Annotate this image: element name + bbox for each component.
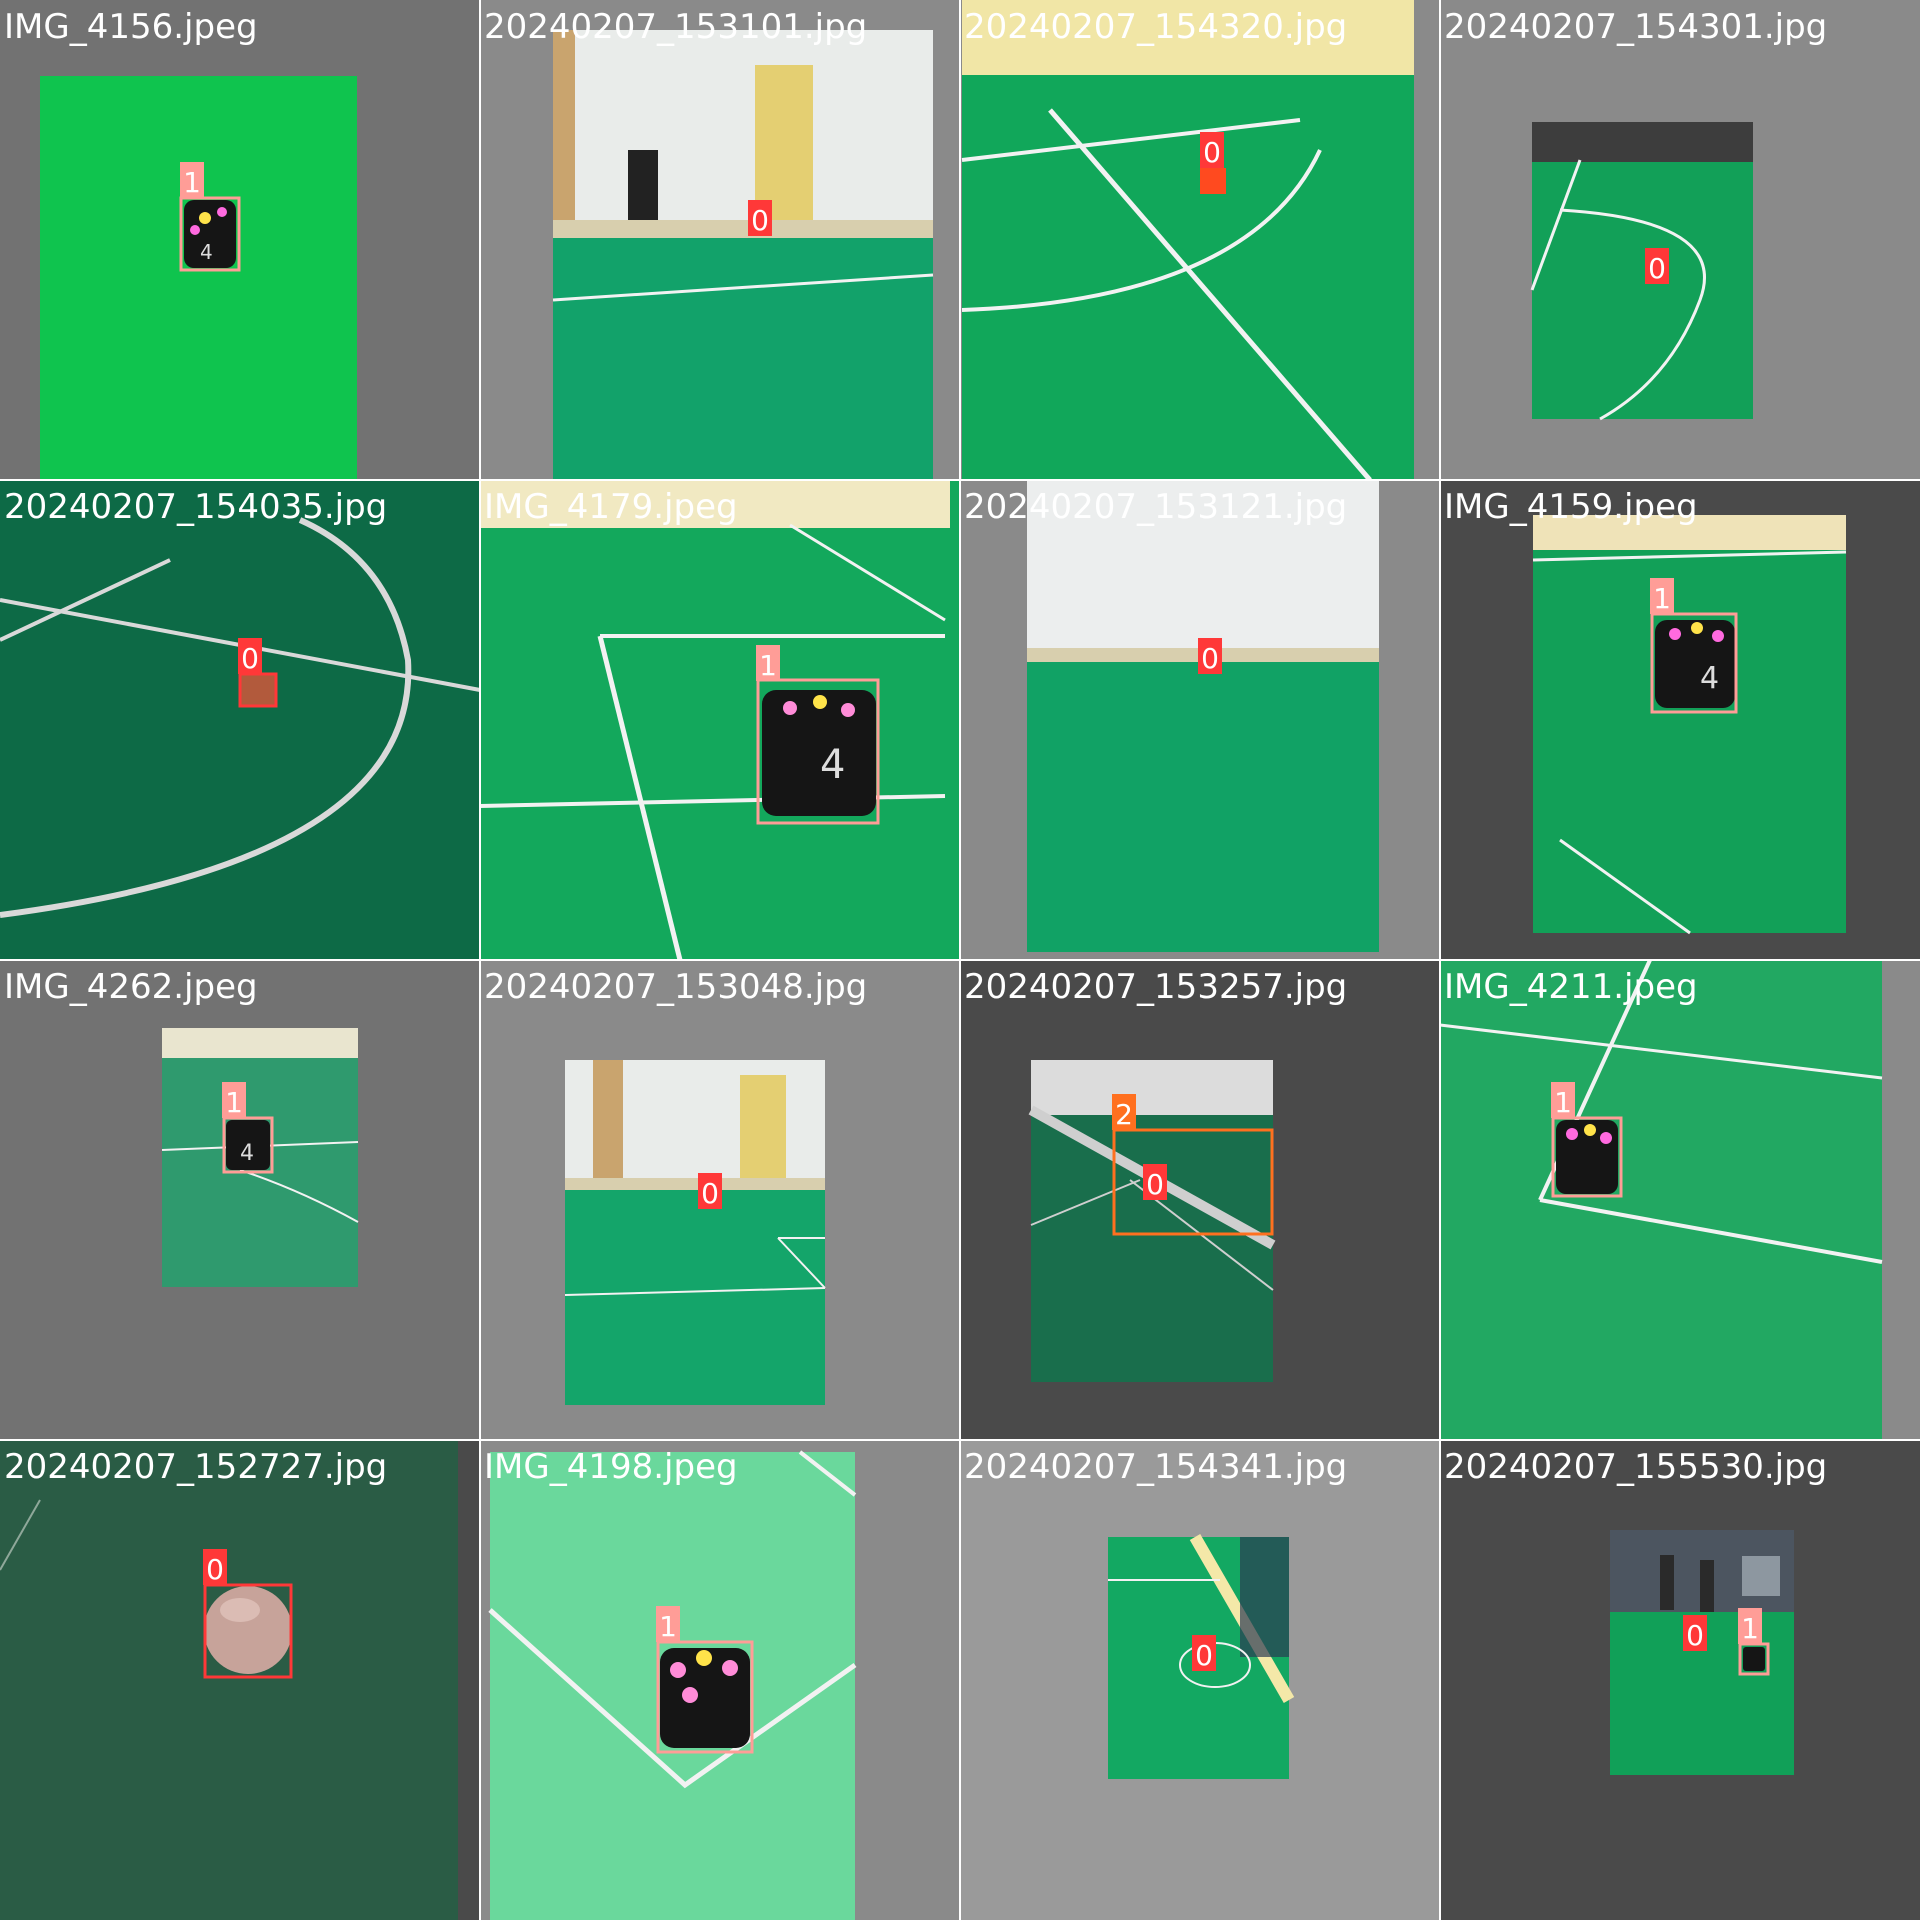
tile-filename: 20240207_153257.jpg (964, 967, 1347, 1007)
tile-13: 0 20240207_152727.jpg (0, 1440, 480, 1920)
tile-filename: 20240207_154035.jpg (4, 487, 387, 527)
tile-8: 4 1 IMG_4159.jpeg (1440, 480, 1920, 960)
ball-icon (204, 1586, 292, 1674)
robot-marker-icon (1743, 1647, 1765, 1671)
bbox-label: 0 (751, 204, 769, 237)
tile-filename: 20240207_153101.jpg (484, 7, 867, 47)
bbox-label: 0 (701, 1177, 719, 1210)
svg-text:4: 4 (200, 240, 213, 264)
bbox-class-0: 0 (748, 200, 772, 237)
tile-filename: 20240207_153121.jpg (964, 487, 1347, 527)
tile-15: 0 20240207_154341.jpg (960, 1440, 1440, 1920)
tile-filename: 20240207_155530.jpg (1444, 1447, 1827, 1487)
bbox-class-0: 0 (1645, 248, 1669, 285)
robot-marker-icon (660, 1648, 750, 1748)
tile-filename: 20240207_154320.jpg (964, 7, 1347, 47)
tile-filename: 20240207_153048.jpg (484, 967, 867, 1007)
svg-text:4: 4 (820, 742, 845, 788)
tile-2: 0 20240207_153101.jpg (480, 0, 960, 480)
bbox-label: 0 (1648, 252, 1666, 285)
bbox-label: 1 (183, 166, 201, 199)
robot-marker-icon: 4 (1655, 620, 1735, 708)
tile-filename: IMG_4179.jpeg (484, 487, 738, 527)
robot-marker-icon: 4 (762, 690, 876, 816)
bbox-label: 1 (759, 649, 777, 682)
svg-text:4: 4 (240, 1141, 254, 1166)
bbox-label: 0 (1146, 1168, 1164, 1201)
image-mosaic: 4 1 IMG_4156.jpeg 0 20240207_153101.jpg (0, 0, 1920, 1920)
tile-filename: IMG_4262.jpeg (4, 967, 258, 1007)
tile-16: 0 1 20240207_155530.jpg (1440, 1440, 1920, 1920)
tile-filename: IMG_4198.jpeg (484, 1447, 738, 1487)
bbox-class-0: 0 (1683, 1615, 1707, 1652)
tile-photo (40, 76, 357, 480)
bbox-label: 0 (1203, 136, 1221, 169)
tile-6: 4 1 IMG_4179.jpeg (479, 480, 960, 961)
tile-5: 0 20240207_154035.jpg (0, 480, 481, 960)
bbox-label: 2 (1115, 1098, 1133, 1131)
tile-filename: IMG_4156.jpeg (4, 7, 258, 47)
robot-marker-icon: 4 (184, 200, 236, 268)
tile-1: 4 1 IMG_4156.jpeg (0, 0, 480, 480)
tile-9: 4 1 IMG_4262.jpeg (0, 960, 480, 1440)
bbox-label: 0 (1195, 1639, 1213, 1672)
tile-3: 0 20240207_154320.jpg (960, 0, 1440, 482)
bbox-label: 1 (1653, 582, 1671, 615)
tile-12: 1 IMG_4211.jpeg (1439, 959, 1920, 1440)
tile-filename: 20240207_154341.jpg (964, 1447, 1347, 1487)
bbox-class-0: 0 (1198, 638, 1222, 675)
robot-marker-icon: 4 (226, 1120, 270, 1170)
bbox-label: 0 (1686, 1619, 1704, 1652)
tile-10: 0 20240207_153048.jpg (480, 960, 960, 1440)
bbox-label: 0 (241, 642, 259, 675)
tile-7: 0 20240207_153121.jpg (960, 480, 1440, 960)
tile-filename: IMG_4159.jpeg (1444, 487, 1698, 527)
bbox-class-0: 0 (1143, 1164, 1167, 1201)
bbox-class-0: 0 (1192, 1635, 1216, 1672)
bbox-label: 0 (1201, 642, 1219, 675)
bbox-label: 1 (1741, 1612, 1759, 1645)
robot-marker-icon (1556, 1120, 1618, 1194)
bbox-label: 1 (1554, 1086, 1572, 1119)
bbox-class-0: 0 (698, 1173, 722, 1210)
tile-4: 0 20240207_154301.jpg (1440, 0, 1920, 480)
tile-filename: 20240207_152727.jpg (4, 1447, 387, 1487)
tile-11: 2 0 20240207_153257.jpg (960, 960, 1440, 1440)
svg-text:4: 4 (1700, 661, 1719, 696)
bbox-label: 0 (206, 1553, 224, 1586)
tile-14: 1 IMG_4198.jpeg (480, 1440, 960, 1920)
bbox-label: 1 (659, 1610, 677, 1643)
tile-filename: IMG_4211.jpeg (1444, 967, 1698, 1007)
tile-filename: 20240207_154301.jpg (1444, 7, 1827, 47)
bbox-label: 1 (225, 1086, 243, 1119)
bbox-class-0: 0 (1200, 132, 1224, 169)
